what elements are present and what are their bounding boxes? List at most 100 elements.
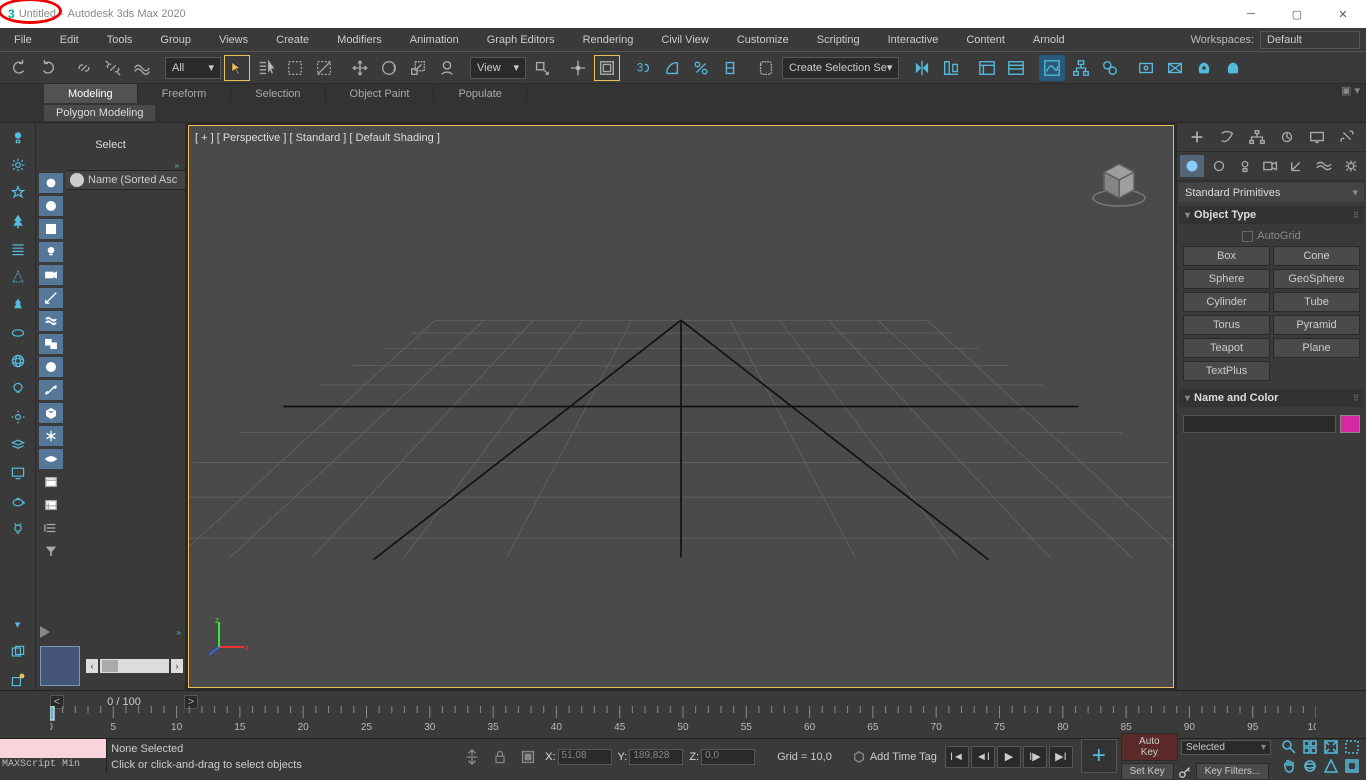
menu-animation[interactable]: Animation [396,28,473,51]
y-coord-input[interactable]: 189,828 [629,749,683,765]
goto-end-button[interactable]: ▶I [1049,746,1073,768]
play-button[interactable]: ▶ [997,746,1021,768]
menu-scripting[interactable]: Scripting [803,28,874,51]
ribbon-tab-modeling[interactable]: Modeling [44,84,138,103]
list-icon[interactable] [5,239,31,259]
globe-icon[interactable] [5,351,31,371]
material-editor-button[interactable] [1097,55,1123,81]
display-hierarchy-icon[interactable] [39,472,63,492]
loop-icon[interactable] [5,323,31,343]
create-sphere-button[interactable]: Sphere [1183,269,1270,289]
next-frame-button[interactable]: I▶ [1023,746,1047,768]
layer-stack-icon[interactable] [5,642,31,662]
menu-views[interactable]: Views [205,28,262,51]
create-geosphere-button[interactable]: GeoSphere [1273,269,1360,289]
scroll-left-icon[interactable]: ‹ [86,659,98,673]
undo-button[interactable] [6,55,32,81]
ribbon-panel-polygon-modeling[interactable]: Polygon Modeling [44,105,155,121]
zoom-icon[interactable] [1279,738,1299,756]
pivot-center-button[interactable] [529,55,555,81]
setkey-button[interactable]: Set Key [1121,763,1174,780]
menu-interactive[interactable]: Interactive [874,28,953,51]
autokey-button[interactable]: Auto Key [1121,733,1178,761]
redo-button[interactable] [35,55,61,81]
render-production-button[interactable] [1191,55,1217,81]
selection-set-edit-button[interactable] [753,55,779,81]
teapot-icon[interactable] [5,491,31,511]
render-setup-button[interactable] [1133,55,1159,81]
menu-arnold[interactable]: Arnold [1019,28,1079,51]
viewport-label[interactable]: [ + ] [ Perspective ] [ Standard ] [ Def… [195,132,440,144]
create-teapot-button[interactable]: Teapot [1183,338,1270,358]
key-mode-toggle[interactable]: + [1081,739,1117,773]
bind-spacewarp-button[interactable] [129,55,155,81]
play-preview-icon[interactable] [40,626,50,638]
minimize-button[interactable]: ─ [1228,0,1274,28]
workspace-dropdown[interactable]: Default [1260,31,1360,49]
display-panel-tab[interactable] [1303,126,1331,148]
select-window-crossing-button[interactable] [311,55,337,81]
add-time-tag-button[interactable]: Add Time Tag [870,751,937,763]
create-cone-button[interactable]: Cone [1273,246,1360,266]
keyboard-shortcut-toggle[interactable] [594,55,620,81]
ribbon-tab-populate[interactable]: Populate [434,84,526,103]
menu-file[interactable]: File [0,28,46,51]
collapse-handle-2-icon[interactable]: » [177,628,181,637]
sun-icon[interactable] [5,155,31,175]
filter-shapes-icon[interactable] [39,219,63,239]
create-textplus-button[interactable]: TextPlus [1183,361,1270,381]
lock-icon[interactable] [489,746,511,768]
axis-gizmo[interactable]: x z [209,617,249,657]
filter-hidden-icon[interactable] [39,449,63,469]
z-coord-input[interactable]: 0,0 [701,749,755,765]
lights-category-icon[interactable] [1233,155,1257,177]
filter-bone-icon[interactable] [39,380,63,400]
create-cylinder-button[interactable]: Cylinder [1183,292,1270,312]
isolate-icon[interactable] [517,746,539,768]
maximize-viewport-icon[interactable] [1342,757,1362,775]
cone-tree-icon[interactable] [5,267,31,287]
select-by-name-button[interactable] [253,55,279,81]
menu-modifiers[interactable]: Modifiers [323,28,396,51]
ribbon-tab-object-paint[interactable]: Object Paint [326,84,435,103]
sun-wire-icon[interactable] [5,407,31,427]
scroll-right-icon[interactable]: › [171,659,183,673]
scale-button[interactable] [405,55,431,81]
rotate-button[interactable] [376,55,402,81]
collapse-handle-icon[interactable]: » [36,161,185,170]
filter-funnel-icon[interactable] [39,541,63,561]
toggle-ribbon-button[interactable] [1003,55,1029,81]
create-tube-button[interactable]: Tube [1273,292,1360,312]
render-frame-button[interactable] [1162,55,1188,81]
unlink-button[interactable] [100,55,126,81]
ribbon-minimize-icon[interactable]: ▣ ▾ [1341,84,1360,97]
schematic-view-button[interactable] [1068,55,1094,81]
systems-category-icon[interactable] [1339,155,1363,177]
viewcube-icon[interactable] [1089,150,1149,210]
cameras-category-icon[interactable] [1259,155,1283,177]
layers2-icon[interactable] [5,435,31,455]
timeline-ruler[interactable]: 0510152025303540455055606570758085909510… [50,706,1316,734]
menu-group[interactable]: Group [146,28,205,51]
layer-explorer-button[interactable] [974,55,1000,81]
menu-graph-editors[interactable]: Graph Editors [473,28,569,51]
move-button[interactable] [347,55,373,81]
filter-cameras-icon[interactable] [39,265,63,285]
display-layers-icon[interactable] [39,518,63,538]
create-torus-button[interactable]: Torus [1183,315,1270,335]
snap-toggle-3d[interactable]: 3 [630,55,656,81]
select-object-button[interactable] [224,55,250,81]
menu-civil-view[interactable]: Civil View [647,28,722,51]
autogrid-checkbox[interactable]: AutoGrid [1177,226,1366,246]
fov-icon[interactable] [1321,757,1341,775]
menu-content[interactable]: Content [952,28,1019,51]
shapes-category-icon[interactable] [1206,155,1230,177]
key-icon[interactable] [1177,764,1193,780]
angle-snap-button[interactable] [659,55,685,81]
filter-xrefs-icon[interactable] [39,357,63,377]
thumbnail-scrollbar[interactable]: ‹ › [84,657,185,675]
filter-groups-icon[interactable] [39,334,63,354]
selection-lock-icon[interactable] [461,746,483,768]
align-button[interactable] [938,55,964,81]
curve-editor-button[interactable] [1039,55,1065,81]
